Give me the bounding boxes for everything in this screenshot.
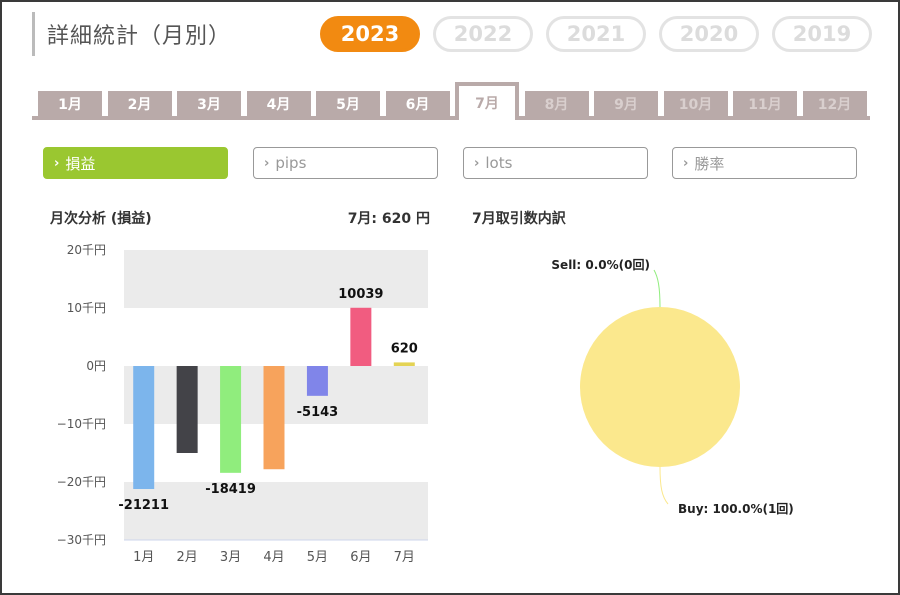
x-tick-label: 5月 <box>307 550 328 565</box>
bar-3月 <box>220 366 242 473</box>
metric-label: lots <box>485 154 513 172</box>
chevron-right-icon: › <box>474 155 480 171</box>
bar-6月 <box>350 307 372 366</box>
bar-2月 <box>176 366 198 453</box>
data-label: -5143 <box>297 405 339 420</box>
pie-label-sell: Sell: 0.0%(0回) <box>551 258 650 272</box>
metric-button-pl[interactable]: › 損益 <box>43 147 228 179</box>
year-tab-2023[interactable]: 2023 <box>320 16 420 52</box>
year-tab-2020[interactable]: 2020 <box>659 16 759 52</box>
month-tab-5[interactable]: 5月 <box>316 91 380 117</box>
chevron-right-icon: › <box>264 155 270 171</box>
chevron-right-icon: › <box>683 155 689 171</box>
current-month-summary: 7月: 620 円 <box>347 211 430 227</box>
y-tick-label: −20千円 <box>57 475 106 489</box>
year-tab-2022[interactable]: 2022 <box>433 16 533 52</box>
month-tab-9[interactable]: 9月 <box>594 91 658 117</box>
y-tick-label: 20千円 <box>67 243 106 257</box>
monthly-pl-bar-chart: 20千円 10千円 0円 −10千円 −20千円 −30千円 1月 -21211 2月 3月 -18… <box>57 243 428 565</box>
x-tick-label: 1月 <box>133 550 154 565</box>
x-tick-label: 4月 <box>263 550 284 565</box>
month-tab-7[interactable]: 7月 <box>455 82 519 120</box>
month-tab-10[interactable]: 10月 <box>663 91 728 117</box>
month-tab-4[interactable]: 4月 <box>246 91 311 117</box>
stats-panel: 詳細統計（月別） 2023 2022 2021 2020 2019 1月 2月 3月 4月 5月… <box>0 0 900 595</box>
year-tab-2021[interactable]: 2021 <box>546 16 646 52</box>
month-tab-3[interactable]: 3月 <box>177 91 241 117</box>
bar-1月 <box>133 366 155 490</box>
month-tab-12[interactable]: 12月 <box>802 91 867 117</box>
month-tab-6[interactable]: 6月 <box>385 91 450 117</box>
pie-label-buy: Buy: 100.0%(1回) <box>678 502 794 516</box>
page-title: 詳細統計（月別） <box>47 24 232 49</box>
month-tabs: 1月 2月 3月 4月 5月 6月 7月 8月 9月 10月 11月 12月 <box>32 82 870 122</box>
x-tick-label: 7月 <box>394 550 415 565</box>
month-tab-2[interactable]: 2月 <box>107 91 172 117</box>
y-tick-label: −30千円 <box>57 533 106 547</box>
trades-breakdown-heading: 7月取引数内訳 <box>472 211 566 227</box>
data-label: 10039 <box>338 287 383 302</box>
sell-connector <box>653 269 661 308</box>
data-label: -21211 <box>118 498 169 513</box>
y-tick-label: 10千円 <box>67 301 106 315</box>
metric-button-winrate[interactable]: › 勝率 <box>672 147 857 179</box>
data-label: 620 <box>391 341 418 356</box>
chevron-right-icon: › <box>54 155 60 171</box>
bar-5月 <box>306 366 328 396</box>
metric-label: 損益 <box>65 154 96 173</box>
month-tab-8[interactable]: 8月 <box>524 91 589 117</box>
metric-button-pips[interactable]: › pips <box>253 147 438 179</box>
metric-button-lots[interactable]: › lots <box>463 147 648 179</box>
month-tab-11[interactable]: 11月 <box>733 91 797 117</box>
metric-label: 勝率 <box>694 154 725 173</box>
y-tick-label: −10千円 <box>57 417 106 431</box>
year-tab-2019[interactable]: 2019 <box>772 16 872 52</box>
metric-label: pips <box>275 154 307 172</box>
x-tick-label: 3月 <box>220 550 241 565</box>
data-label: -18419 <box>205 482 256 497</box>
monthly-analysis-heading: 月次分析 (損益) <box>50 211 152 227</box>
title-bar: 詳細統計（月別） <box>32 12 231 56</box>
x-tick-label: 2月 <box>177 550 198 565</box>
month-tab-1[interactable]: 1月 <box>38 91 102 117</box>
pie-slice-buy <box>580 307 740 467</box>
y-tick-label: 0円 <box>86 359 106 373</box>
plot-band <box>124 482 428 540</box>
trade-breakdown-pie-chart: Sell: 0.0%(0回) Buy: 100.0%(1回) <box>551 258 794 516</box>
bar-7月 <box>393 362 415 366</box>
buy-connector <box>659 466 669 505</box>
bar-4月 <box>263 366 285 470</box>
x-tick-label: 6月 <box>350 550 371 565</box>
